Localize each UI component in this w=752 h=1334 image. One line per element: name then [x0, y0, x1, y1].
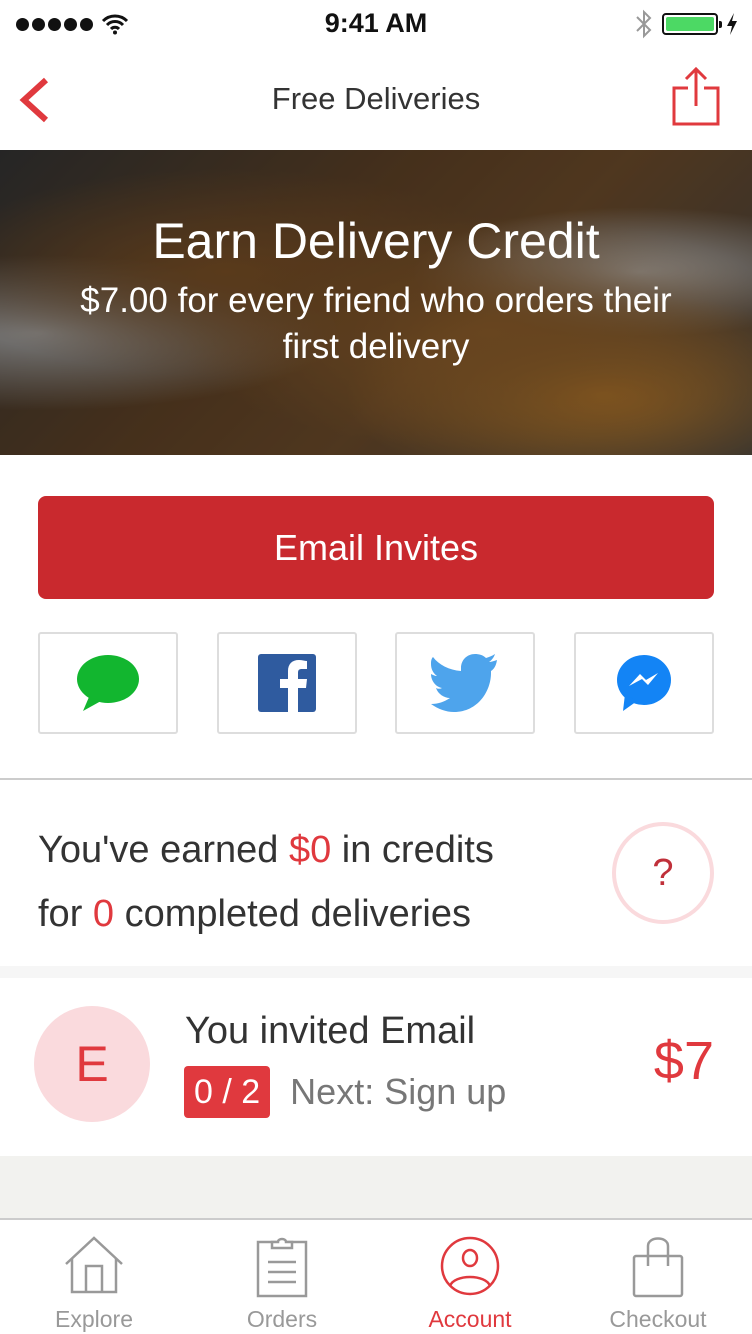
status-time: 9:41 AM	[324, 8, 428, 38]
share-options	[38, 632, 714, 734]
message-bubble-icon	[77, 655, 139, 711]
back-button[interactable]	[14, 76, 58, 124]
completed-deliveries-count: 0	[92, 893, 115, 935]
earned-prefix: You've earned	[38, 829, 289, 871]
hero-title: Earn Delivery Credit	[152, 213, 600, 269]
share-facebook-button[interactable]	[216, 632, 357, 734]
shopping-bag-icon	[632, 1237, 684, 1298]
home-icon	[65, 1236, 123, 1294]
status-bar: 9:41 AM	[0, 0, 752, 48]
invite-status: 0 / 2 Next: Sign up	[184, 1066, 506, 1118]
empty-area	[0, 1156, 752, 1218]
invite-reward: $7	[653, 1031, 714, 1091]
hero-banner: Earn Delivery Credit $7.00 for every fri…	[0, 150, 752, 455]
earned-middle: in credits	[331, 829, 494, 871]
tab-label: Orders	[246, 1306, 318, 1332]
user-circle-icon	[440, 1236, 500, 1296]
question-mark-icon: ?	[652, 851, 674, 894]
tab-label: Checkout	[609, 1306, 707, 1332]
avatar: E	[34, 1006, 150, 1122]
tab-orders[interactable]: Orders	[188, 1220, 376, 1334]
facebook-icon	[257, 654, 316, 712]
messenger-icon	[616, 655, 671, 711]
twitter-icon	[431, 654, 498, 712]
chevron-left-icon	[19, 77, 49, 123]
share-icon	[672, 66, 720, 126]
next-step-text: Next: Sign up	[290, 1071, 507, 1112]
earned-credits-section: You've earned $0 in credits for 0 comple…	[0, 780, 752, 966]
share-messages-button[interactable]	[38, 632, 178, 734]
section-gap	[0, 966, 752, 978]
invite-title: You invited Email	[185, 1010, 476, 1052]
clipboard-icon	[256, 1237, 308, 1298]
earned-amount: $0	[288, 829, 332, 871]
navigation-bar: Free Deliveries	[0, 48, 752, 150]
tab-label: Account	[428, 1306, 512, 1332]
tab-bar: Explore Orders Account Checkout	[0, 1218, 752, 1334]
help-button[interactable]: ?	[612, 822, 714, 924]
email-invites-button[interactable]: Email Invites	[38, 496, 714, 599]
page-title: Free Deliveries	[271, 81, 481, 116]
share-messenger-button[interactable]	[573, 632, 714, 734]
earned-line-2: for 0 completed deliveries	[38, 882, 494, 946]
hero-text: Earn Delivery Credit $7.00 for every fri…	[0, 150, 752, 455]
tab-checkout[interactable]: Checkout	[564, 1220, 752, 1334]
earned-credits-text: You've earned $0 in credits for 0 comple…	[38, 818, 494, 946]
share-button[interactable]	[670, 66, 722, 128]
tab-label: Explore	[55, 1306, 133, 1332]
invite-list-item[interactable]: E You invited Email 0 / 2 Next: Sign up …	[0, 978, 752, 1156]
hero-subtitle: $7.00 for every friend who orders their …	[80, 281, 672, 366]
tab-explore[interactable]: Explore	[0, 1220, 188, 1334]
progress-badge: 0 / 2	[184, 1066, 271, 1118]
earned-line2-prefix: for	[38, 893, 93, 935]
share-twitter-button[interactable]	[395, 632, 536, 734]
earned-line-1: You've earned $0 in credits	[38, 818, 494, 882]
earned-line2-suffix: completed deliveries	[114, 893, 472, 935]
battery-icon	[662, 13, 722, 35]
tab-account[interactable]: Account	[376, 1220, 564, 1334]
